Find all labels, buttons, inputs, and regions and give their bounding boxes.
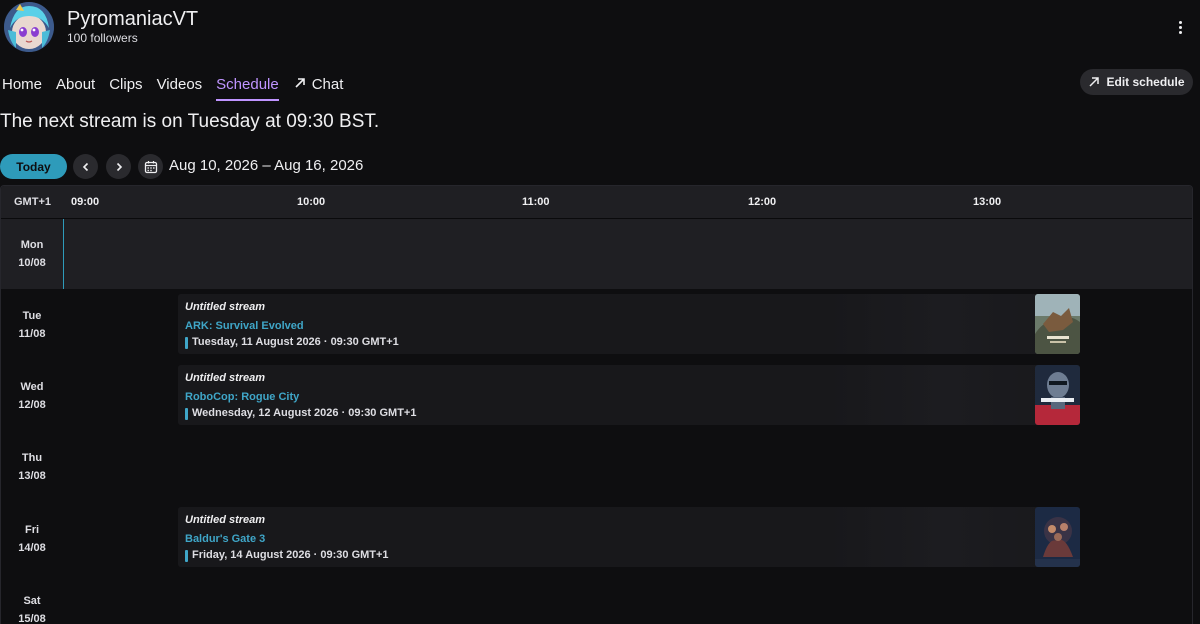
calendar-picker-button[interactable]	[138, 154, 163, 179]
tab-schedule[interactable]: Schedule	[216, 76, 279, 101]
event-game-link[interactable]: ARK: Survival Evolved	[185, 320, 304, 332]
more-options-button[interactable]	[1168, 14, 1192, 40]
tab-videos[interactable]: Videos	[157, 76, 203, 101]
external-arrow-icon	[293, 76, 307, 95]
schedule-grid: GMT+1 09:00 10:00 11:00 12:00 13:00 Mon …	[0, 185, 1193, 624]
event-title: Untitled stream	[185, 372, 266, 384]
date-range-label: Aug 10, 2026 – Aug 16, 2026	[169, 157, 364, 174]
day-label-wed: Wed 12/08	[1, 378, 63, 414]
game-boxart[interactable]	[1035, 507, 1080, 567]
stream-event-card[interactable]: Untitled stream RoboCop: Rogue City Wedn…	[178, 365, 1080, 425]
tab-home[interactable]: Home	[2, 76, 42, 101]
tab-clips[interactable]: Clips	[109, 76, 142, 101]
channel-name[interactable]: PyromaniacVT	[67, 8, 198, 31]
today-button[interactable]: Today	[0, 154, 67, 179]
next-stream-notice: The next stream is on Tuesday at 09:30 B…	[0, 111, 380, 132]
event-time: Tuesday, 11 August 2026 · 09:30 GMT+1	[185, 336, 399, 349]
day-label-thu: Thu 13/08	[1, 449, 63, 485]
channel-avatar[interactable]	[4, 2, 54, 52]
event-title: Untitled stream	[185, 301, 266, 313]
more-dot	[1178, 25, 1182, 29]
stream-event-card[interactable]: Untitled stream ARK: Survival Evolved Tu…	[178, 294, 1080, 354]
calendar-icon	[144, 160, 157, 173]
time-label: 10:00	[297, 196, 326, 208]
channel-nav: Home About Clips Videos Schedule Chat	[2, 76, 357, 102]
external-arrow-icon	[1089, 77, 1100, 87]
follower-count: 100 followers	[67, 31, 138, 45]
schedule-page: PyromaniacVT 100 followers Home About Cl…	[0, 0, 1200, 624]
day-name: Thu	[21, 452, 43, 464]
event-title: Untitled stream	[185, 514, 266, 526]
game-boxart[interactable]	[1035, 294, 1080, 354]
more-dot	[1178, 20, 1182, 24]
time-label: 13:00	[973, 196, 1002, 208]
game-boxart[interactable]	[1035, 365, 1080, 425]
day-label-fri: Fri 14/08	[1, 521, 63, 557]
day-name: Tue	[22, 310, 42, 322]
chevron-left-icon	[82, 162, 88, 171]
day-date: 13/08	[18, 470, 46, 482]
chevron-right-icon	[116, 162, 122, 171]
previous-week-button[interactable]	[73, 154, 98, 179]
day-date: 14/08	[18, 542, 46, 554]
day-label-mon: Mon 10/08	[1, 236, 63, 272]
tab-about[interactable]: About	[56, 76, 95, 101]
edit-schedule-button[interactable]: Edit schedule	[1080, 69, 1193, 95]
event-time: Wednesday, 12 August 2026 · 09:30 GMT+1	[185, 407, 416, 420]
tab-chat[interactable]: Chat	[293, 76, 344, 101]
stream-event-card[interactable]: Untitled stream Baldur's Gate 3 Friday, …	[178, 507, 1080, 567]
day-date: 15/08	[18, 613, 46, 624]
day-label-sat: Sat 15/08	[1, 592, 63, 624]
day-date: 11/08	[18, 328, 46, 340]
day-date: 12/08	[18, 399, 46, 411]
tab-chat-label: Chat	[311, 76, 344, 93]
day-label-tue: Tue 11/08	[1, 307, 63, 343]
day-name: Mon	[20, 239, 44, 251]
timezone-label: GMT+1	[14, 196, 51, 208]
schedule-grid-header: GMT+1 09:00 10:00 11:00 12:00 13:00	[1, 186, 1192, 219]
day-date: 10/08	[18, 257, 46, 269]
event-game-link[interactable]: RoboCop: Rogue City	[185, 391, 299, 403]
time-label: 12:00	[748, 196, 777, 208]
day-name: Fri	[24, 524, 40, 536]
edit-schedule-label: Edit schedule	[1106, 75, 1185, 89]
time-label: 11:00	[522, 196, 550, 208]
current-time-indicator	[63, 219, 64, 289]
day-name: Sat	[23, 595, 41, 607]
current-day-row	[1, 219, 1192, 289]
more-dot	[1178, 30, 1182, 34]
next-week-button[interactable]	[106, 154, 131, 179]
day-name: Wed	[20, 381, 44, 393]
time-label: 09:00	[71, 196, 100, 208]
event-time: Friday, 14 August 2026 · 09:30 GMT+1	[185, 549, 389, 562]
event-game-link[interactable]: Baldur's Gate 3	[185, 533, 265, 545]
